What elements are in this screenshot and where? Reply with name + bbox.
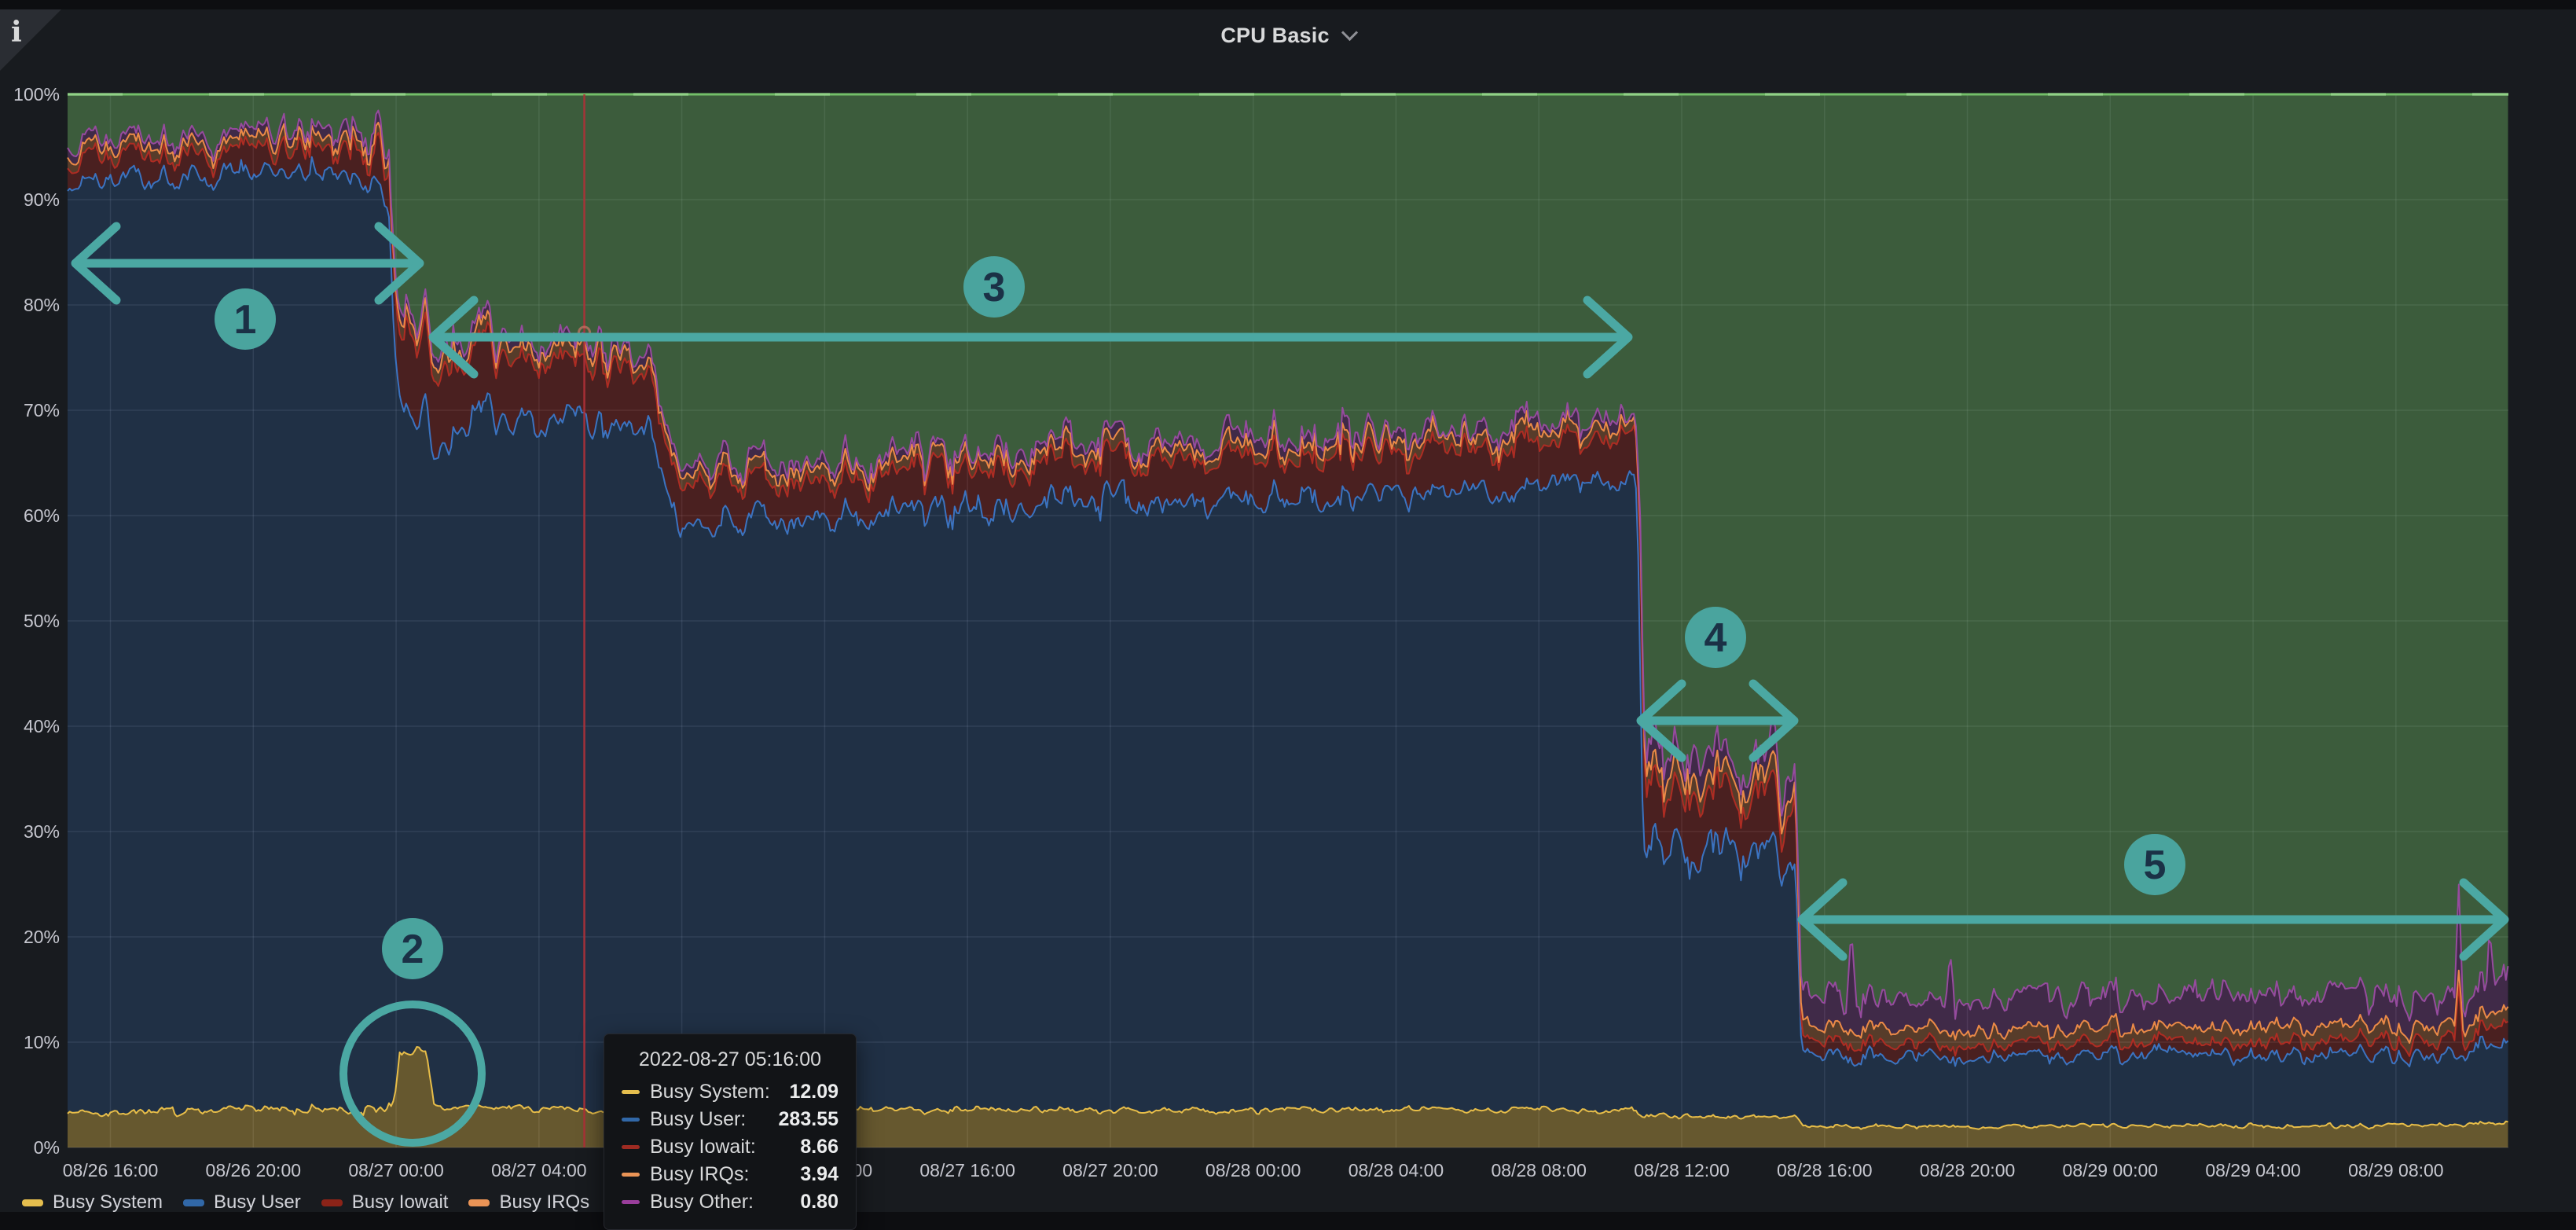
callout-badge-number: 2	[402, 927, 424, 972]
grafana-panel: CPU Basic i 0%10%20%30%40%50%60%70%80%90…	[0, 9, 2576, 1212]
legend-label: Busy IRQs	[499, 1191, 589, 1213]
stacked-series	[68, 94, 2508, 1147]
legend-swatch	[321, 1199, 343, 1206]
tooltip: 2022-08-27 05:16:00 Busy System:12.09Bus…	[604, 1034, 857, 1230]
tooltip-series-value: 8.66	[800, 1136, 838, 1158]
x-axis-label: 08/28 00:00	[1205, 1160, 1301, 1180]
x-axis-label: 08/27 04:00	[491, 1160, 587, 1180]
cpu-usage-chart[interactable]: 0% 10% 20% 30% 40% 50% 60% 70% 80% 90% 100% 08/26 1…	[0, 9, 2576, 1221]
tooltip-series-value: 3.94	[800, 1163, 838, 1186]
legend-label: Busy User	[214, 1191, 301, 1213]
tooltip-series-swatch	[622, 1200, 640, 1204]
y-axis-label: 30%	[24, 821, 60, 842]
tooltip-series-label: Busy User:	[650, 1108, 746, 1131]
legend: Busy System Busy User Busy Iowait Busy IRQs	[22, 1185, 589, 1220]
callout-badge-number: 5	[2144, 843, 2167, 888]
y-axis-label: 50%	[24, 611, 60, 631]
y-axis-label: 100%	[13, 84, 60, 105]
legend-label: Busy Iowait	[352, 1191, 449, 1213]
x-axis-label: 08/27 16:00	[919, 1160, 1015, 1180]
y-axis-label: 0%	[34, 1137, 60, 1158]
tooltip-row: Busy Iowait: 8.66	[622, 1136, 838, 1158]
y-axis-label: 10%	[24, 1032, 60, 1052]
y-axis-label: 40%	[24, 716, 60, 736]
tooltip-row: Busy IRQs: 3.94	[622, 1163, 838, 1186]
tooltip-row: Busy Other: 0.80	[622, 1191, 838, 1213]
x-axis-label: 08/27 20:00	[1062, 1160, 1158, 1180]
x-axis-label: 08/29 08:00	[2348, 1160, 2444, 1180]
legend-item-busy-system[interactable]: Busy System	[22, 1191, 163, 1213]
x-axis-label: 08/29 00:00	[2063, 1160, 2159, 1180]
y-axis-label: 70%	[24, 400, 60, 420]
x-axis-label: 08/29 04:00	[2205, 1160, 2301, 1180]
x-axis-label: 08/26 16:00	[63, 1160, 159, 1180]
callout-badge-number: 3	[983, 265, 1006, 310]
tooltip-row: Busy User: 283.55	[622, 1108, 838, 1131]
callout-badge-number: 4	[1704, 615, 1727, 661]
legend-item-busy-irqs[interactable]: Busy IRQs	[468, 1191, 589, 1213]
x-axis-label: 08/26 20:00	[206, 1160, 302, 1180]
tooltip-series-swatch	[622, 1090, 640, 1094]
x-axis-label: 08/28 16:00	[1777, 1160, 1873, 1180]
tooltip-row: Busy System: 12.09	[622, 1081, 838, 1103]
tooltip-rows: Busy System: 12.09 Busy User: 283.55 Busy Io…	[622, 1081, 838, 1213]
tooltip-series-swatch	[622, 1118, 640, 1122]
legend-item-busy-user[interactable]: Busy User	[183, 1191, 301, 1213]
legend-item-busy-iowait[interactable]: Busy Iowait	[321, 1191, 449, 1213]
tooltip-series-value: 0.80	[800, 1191, 838, 1213]
tooltip-series-label: Busy Other:	[650, 1191, 754, 1213]
y-axis-label: 20%	[24, 927, 60, 947]
x-axis-label: 08/28 12:00	[1634, 1160, 1730, 1180]
tooltip-series-value: 12.09	[789, 1081, 838, 1103]
x-axis-label: 08/27 00:00	[348, 1160, 444, 1180]
tooltip-series-label: Busy IRQs:	[650, 1163, 749, 1186]
y-axis-label: 90%	[24, 189, 60, 210]
legend-swatch	[183, 1199, 204, 1206]
tooltip-series-label: Busy Iowait:	[650, 1136, 756, 1158]
tooltip-series-label: Busy System:	[650, 1081, 770, 1103]
legend-swatch	[22, 1199, 43, 1206]
tooltip-series-swatch	[622, 1173, 640, 1177]
tooltip-timestamp: 2022-08-27 05:16:00	[622, 1048, 838, 1071]
tooltip-series-swatch	[622, 1145, 640, 1149]
x-axis-label: 08/28 08:00	[1491, 1160, 1587, 1180]
y-axis-label: 80%	[24, 295, 60, 315]
callout-badge-number: 1	[234, 297, 257, 343]
y-axis-label: 60%	[24, 505, 60, 526]
x-axis-label: 08/28 20:00	[1920, 1160, 2016, 1180]
tooltip-series-value: 283.55	[779, 1108, 838, 1131]
legend-swatch	[468, 1199, 490, 1206]
legend-label: Busy System	[53, 1191, 163, 1213]
x-axis-label: 08/28 04:00	[1349, 1160, 1444, 1180]
